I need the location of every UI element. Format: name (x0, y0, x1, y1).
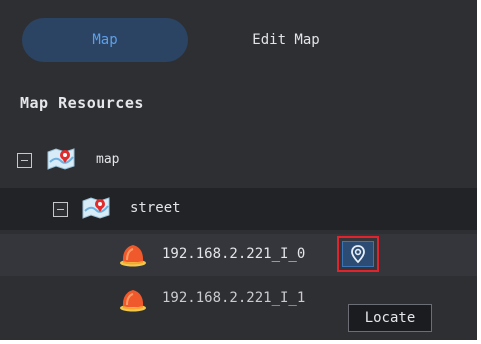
device-label: 192.168.2.221_I_1 (162, 290, 306, 306)
locate-button-inner (342, 241, 374, 267)
collapse-toggle[interactable] (53, 202, 68, 217)
tree-node-street[interactable]: street (0, 188, 477, 230)
map-icon (82, 197, 110, 219)
locate-tooltip: Locate (348, 304, 432, 332)
tree-node-label: map (96, 152, 120, 167)
tab-edit-map[interactable]: Edit Map (226, 18, 346, 62)
tree-node-label: street (130, 200, 181, 216)
tree-node-device[interactable]: 192.168.2.221_I_0 (0, 234, 477, 276)
tab-bar: Map Edit Map (0, 0, 477, 70)
alarm-input-icon (118, 241, 148, 267)
locate-pin-icon (351, 245, 365, 264)
tab-map[interactable]: Map (22, 18, 188, 62)
section-title: Map Resources (20, 94, 144, 112)
alarm-input-icon (118, 286, 148, 312)
collapse-toggle[interactable] (17, 153, 32, 168)
map-icon (47, 148, 75, 170)
map-panel: Map Edit Map Map Resources map street 19… (0, 0, 481, 344)
locate-button[interactable] (337, 236, 379, 272)
device-label: 192.168.2.221_I_0 (162, 246, 306, 262)
tree-node-map[interactable]: map (0, 140, 477, 180)
